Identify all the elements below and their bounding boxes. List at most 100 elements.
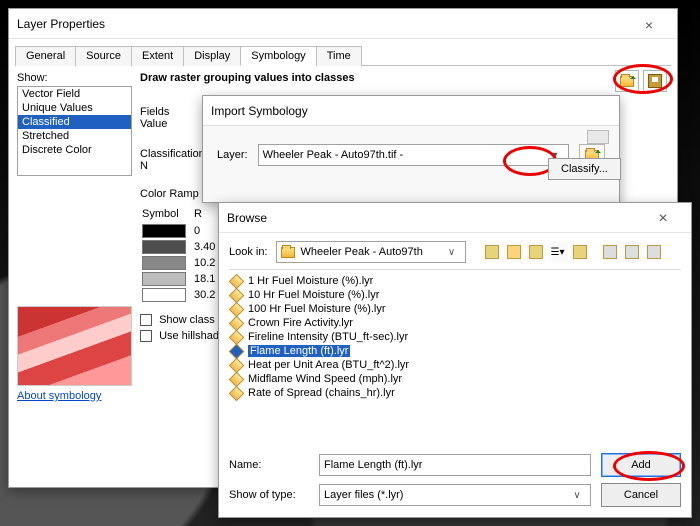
show-item-stretched[interactable]: Stretched [18, 129, 131, 143]
lyr-file-icon [229, 357, 244, 373]
n-label: N [140, 160, 148, 172]
tab-symbology[interactable]: Symbology [240, 46, 316, 66]
swatch-1[interactable] [142, 240, 186, 254]
home-button[interactable] [504, 242, 524, 262]
connect-folder-button[interactable] [526, 242, 546, 262]
lp-left-panel: Show: Vector Field Unique Values Classif… [17, 72, 132, 482]
cancel-button[interactable]: Cancel [601, 483, 681, 507]
show-item-classified[interactable]: Classified [18, 115, 131, 129]
show-label: Show: [17, 72, 132, 84]
chk-showclass-label: Show class b [159, 314, 224, 326]
classification-label: Classification [140, 148, 205, 160]
swatch-4[interactable] [142, 288, 186, 302]
show-item-discrete[interactable]: Discrete Color [18, 143, 131, 157]
class-table: Symbol R 0 3.40 10.2 18.1 30.2 [140, 206, 223, 304]
chevron-down-icon[interactable]: ∨ [443, 242, 461, 262]
home-icon [507, 245, 521, 259]
type-combo[interactable]: Layer files (*.lyr) ∨ [319, 484, 591, 506]
save-icon [648, 74, 662, 88]
file-list[interactable]: 1 Hr Fuel Moisture (%).lyr 10 Hr Fuel Mo… [229, 269, 681, 447]
chk-showclass[interactable] [140, 314, 152, 326]
new-folder-button[interactable] [570, 242, 590, 262]
tool-a-icon [603, 245, 617, 259]
file-item[interactable]: 10 Hr Fuel Moisture (%).lyr [229, 288, 681, 302]
file-item[interactable]: 1 Hr Fuel Moisture (%).lyr [229, 274, 681, 288]
imp-layer-label: Layer: [217, 149, 248, 161]
tab-general[interactable]: General [15, 46, 76, 66]
connect-folder-icon [529, 245, 543, 259]
file-item[interactable]: 100 Hr Fuel Moisture (%).lyr [229, 302, 681, 316]
lookin-combo[interactable]: Wheeler Peak - Auto97th ∨ [276, 241, 466, 263]
import-symbology-button[interactable] [615, 70, 639, 92]
chk-hillshade-label: Use hillshade [159, 330, 225, 342]
file-label: Crown Fire Activity.lyr [248, 317, 353, 329]
file-item[interactable]: Crown Fire Activity.lyr [229, 316, 681, 330]
brw-titlebar[interactable]: Browse × [219, 203, 691, 233]
tab-extent[interactable]: Extent [131, 46, 184, 66]
file-item-selected[interactable]: Flame Length (ft).lyr [229, 344, 681, 358]
show-listbox[interactable]: Vector Field Unique Values Classified St… [17, 86, 132, 176]
file-label: Flame Length (ft).lyr [248, 345, 350, 357]
name-label: Name: [229, 459, 309, 471]
file-label: Rate of Spread (chains_hr).lyr [248, 387, 395, 399]
preview-thumbnail [17, 306, 132, 386]
file-label: 1 Hr Fuel Moisture (%).lyr [248, 275, 373, 287]
name-value: Flame Length (ft).lyr [324, 459, 422, 471]
imp-layer-value: Wheeler Peak - Auto97th.tif - [263, 149, 404, 161]
type-label: Show of type: [229, 489, 309, 501]
file-label: 10 Hr Fuel Moisture (%).lyr [248, 289, 379, 301]
tab-display[interactable]: Display [183, 46, 241, 66]
symbology-toolbar [615, 70, 667, 92]
imp-layer-combo[interactable]: Wheeler Peak - Auto97th.tif - ▾ [258, 144, 569, 166]
imp-title: Import Symbology [211, 96, 611, 126]
tool-b-button[interactable] [622, 242, 642, 262]
about-symbology-link[interactable]: About symbology [17, 390, 132, 402]
list-view-button[interactable]: ☰▾ [548, 242, 568, 262]
section-title: Draw raster grouping values into classes [140, 72, 669, 84]
imp-titlebar[interactable]: Import Symbology [203, 96, 619, 126]
swatch-0[interactable] [142, 224, 186, 238]
add-button[interactable]: Add [601, 453, 681, 477]
swatch-2[interactable] [142, 256, 186, 270]
name-input[interactable]: Flame Length (ft).lyr [319, 454, 591, 476]
tab-time[interactable]: Time [316, 46, 362, 66]
file-item[interactable]: Rate of Spread (chains_hr).lyr [229, 386, 681, 400]
lyr-file-icon [229, 301, 244, 317]
chk-hillshade[interactable] [140, 330, 152, 342]
file-label: Midflame Wind Speed (mph).lyr [248, 373, 402, 385]
folder-icon [281, 247, 295, 258]
lp-close-button[interactable]: × [629, 10, 669, 38]
lyr-file-icon [229, 315, 244, 331]
file-label: Fireline Intensity (BTU_ft-sec).lyr [248, 331, 408, 343]
swatch-3[interactable] [142, 272, 186, 286]
brw-close-button[interactable]: × [643, 204, 683, 232]
show-item-unique[interactable]: Unique Values [18, 101, 131, 115]
tool-a-button[interactable] [600, 242, 620, 262]
lookin-label: Look in: [229, 246, 268, 258]
tab-source[interactable]: Source [75, 46, 132, 66]
chevron-down-icon[interactable]: ∨ [568, 485, 586, 505]
file-label: 100 Hr Fuel Moisture (%).lyr [248, 303, 386, 315]
brw-title: Browse [227, 203, 643, 233]
file-item[interactable]: Midflame Wind Speed (mph).lyr [229, 372, 681, 386]
lp-titlebar[interactable]: Layer Properties × [9, 9, 677, 39]
tool-c-button[interactable] [644, 242, 664, 262]
lyr-file-icon [229, 273, 244, 289]
up-one-level-button[interactable] [482, 242, 502, 262]
show-item-vector[interactable]: Vector Field [18, 87, 131, 101]
lookin-value: Wheeler Peak - Auto97th [301, 246, 423, 258]
browse-window: Browse × Look in: Wheeler Peak - Auto97t… [218, 202, 692, 518]
classify-button[interactable]: Classify... [548, 158, 621, 180]
fields-label: Fields [140, 106, 169, 118]
tool-b-icon [625, 245, 639, 259]
file-label: Heat per Unit Area (BTU_ft^2).lyr [248, 359, 409, 371]
imp-help-button[interactable] [587, 130, 609, 144]
file-item[interactable]: Fireline Intensity (BTU_ft-sec).lyr [229, 330, 681, 344]
folder-open-icon [620, 76, 634, 87]
up-folder-icon [485, 245, 499, 259]
save-symbology-button[interactable] [643, 70, 667, 92]
lyr-file-icon [229, 343, 244, 359]
new-folder-icon [573, 245, 587, 259]
file-item[interactable]: Heat per Unit Area (BTU_ft^2).lyr [229, 358, 681, 372]
lyr-file-icon [229, 287, 244, 303]
